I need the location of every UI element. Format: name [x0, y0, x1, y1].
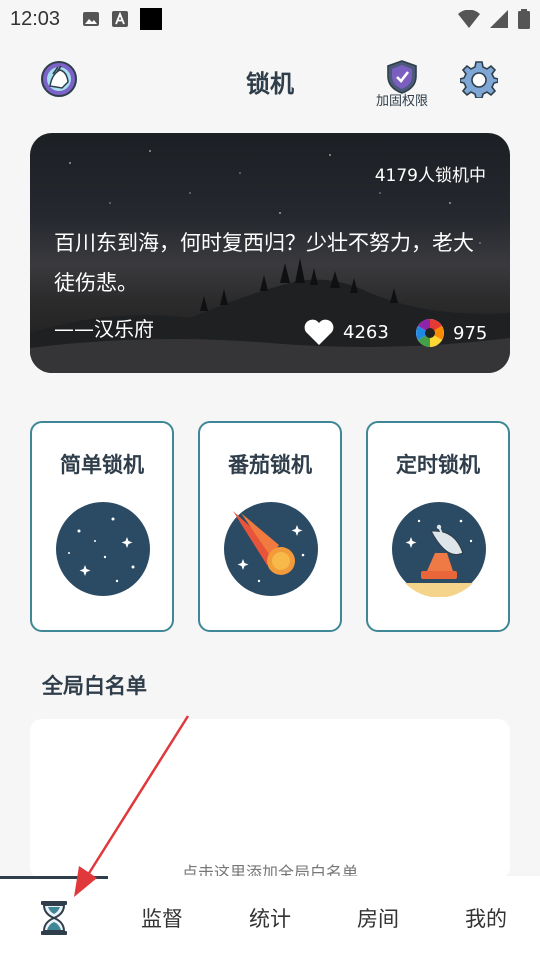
hourglass-icon	[41, 901, 67, 935]
image-icon	[83, 12, 100, 26]
views-button[interactable]: 975	[415, 318, 487, 348]
tomato-lock-card[interactable]: 番茄锁机	[198, 421, 342, 632]
reinforce-permission-button[interactable]: 加固权限	[370, 60, 434, 110]
nav-item-supervise[interactable]: 监督	[108, 876, 216, 960]
header: 锁机 加固权限	[0, 50, 540, 110]
shield-icon	[387, 60, 417, 94]
color-aperture-icon	[416, 319, 444, 347]
quote-text: 百川东到海，何时复西归？少壮不努力，老大徒伤悲。	[54, 231, 474, 295]
likes-button[interactable]: 4263	[303, 318, 389, 346]
bottom-nav: 监督 统计 房间 我的	[0, 876, 540, 960]
whitelist-title: 全局白名单	[42, 674, 147, 698]
timed-lock-card[interactable]: 定时锁机	[366, 421, 510, 632]
quote-author: ——汉乐府	[54, 317, 154, 341]
satellite-dish-icon	[392, 502, 486, 597]
views-count: 975	[453, 322, 488, 344]
page-title: 锁机	[246, 70, 294, 98]
status-bar: 12:03	[0, 0, 540, 38]
notification-icons	[82, 8, 163, 30]
wifi-icon	[458, 10, 480, 28]
nav-item-lock[interactable]	[0, 876, 108, 960]
reinforce-permission-label: 加固权限	[375, 94, 428, 109]
signal-icon	[490, 10, 508, 28]
nav-item-stats[interactable]: 统计	[216, 876, 324, 960]
font-icon	[112, 11, 129, 27]
lock-count-text: 4179人锁机中	[374, 166, 486, 186]
mode-title: 番茄锁机	[228, 453, 312, 477]
nav-item-mine[interactable]: 我的	[432, 876, 540, 960]
settings-gear-icon[interactable]	[460, 60, 498, 98]
mode-title: 定时锁机	[396, 453, 480, 477]
likes-count: 4263	[343, 321, 389, 343]
quote-card[interactable]: 4179人锁机中 百川东到海，何时复西归？少壮不努力，老大徒伤悲。 ——汉乐府 …	[30, 133, 510, 373]
square-icon	[140, 8, 163, 30]
status-time: 12:03	[10, 7, 61, 30]
meteor-icon	[224, 502, 318, 596]
heart-icon	[304, 319, 334, 345]
mode-title: 简单锁机	[60, 453, 144, 477]
whitelist-add-area[interactable]: 点击这里添加全局白名单	[30, 719, 510, 882]
nav-item-rooms[interactable]: 房间	[324, 876, 432, 960]
battery-icon	[518, 9, 530, 29]
simple-lock-card[interactable]: 简单锁机	[30, 421, 174, 632]
starry-planet-icon	[56, 502, 150, 596]
